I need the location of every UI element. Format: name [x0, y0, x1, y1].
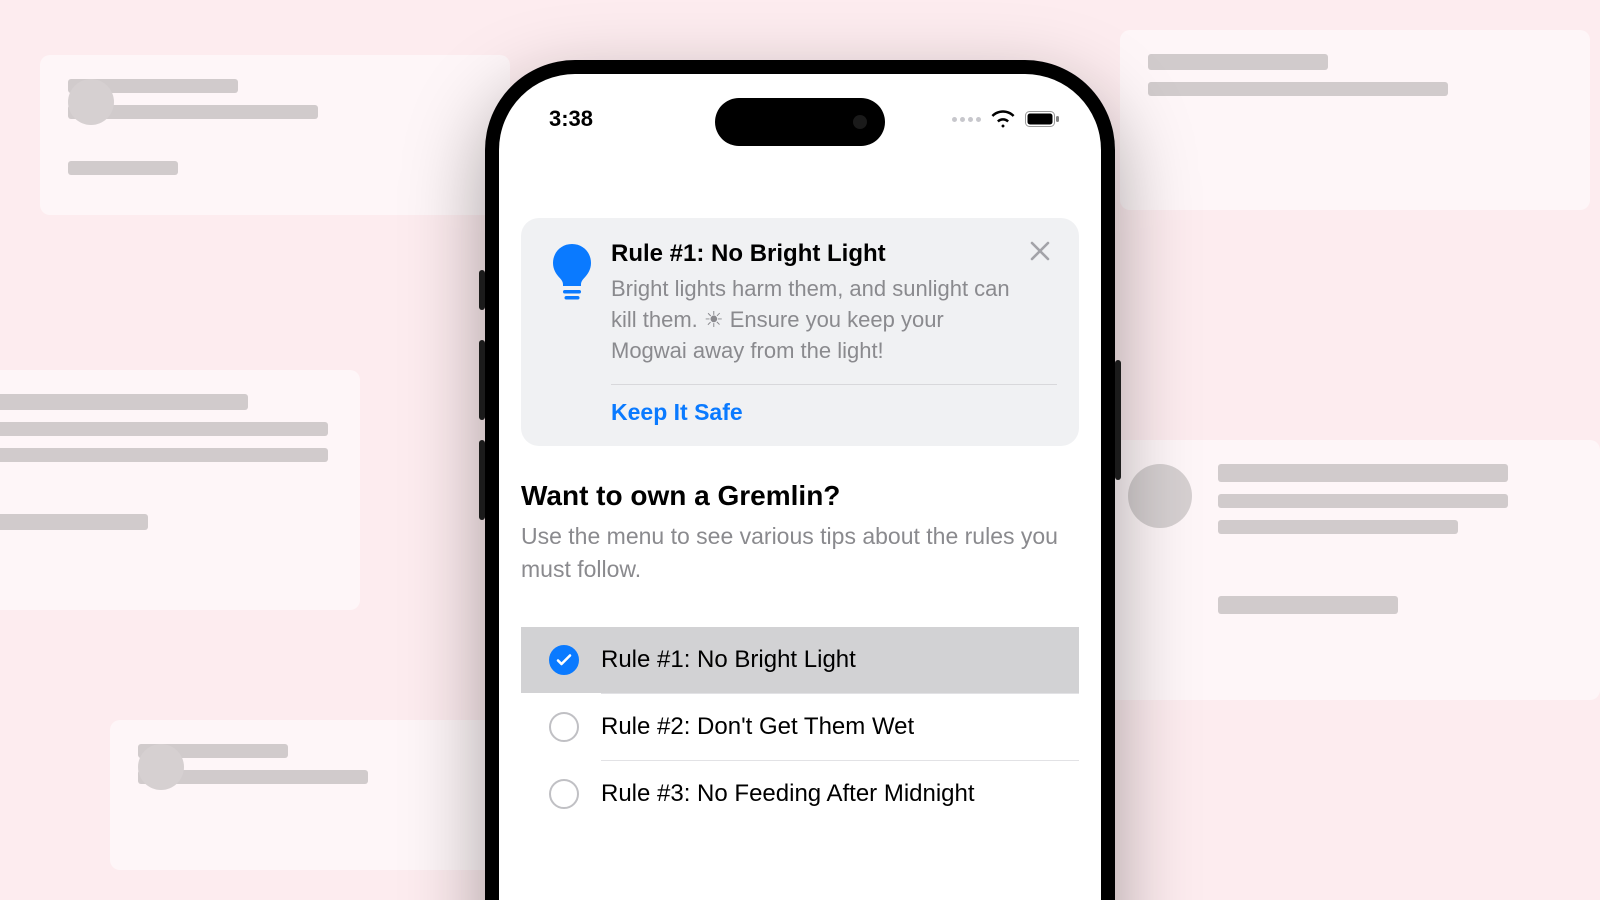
radio-unchecked-icon	[549, 779, 579, 809]
wifi-icon	[991, 110, 1015, 128]
rules-list: Rule #1: No Bright Light Rule #2: Don't …	[521, 627, 1079, 827]
rule-option-3[interactable]: Rule #3: No Feeding After Midnight	[521, 761, 1079, 827]
status-time: 3:38	[549, 106, 593, 132]
close-icon	[1029, 240, 1057, 262]
rule-label: Rule #2: Don't Get Them Wet	[601, 713, 914, 741]
rule-option-1[interactable]: Rule #1: No Bright Light	[521, 627, 1079, 693]
phone-frame: 3:38	[485, 60, 1115, 900]
phone-side-button	[1115, 360, 1121, 480]
phone-screen: 3:38	[499, 74, 1101, 900]
tip-action-button[interactable]: Keep It Safe	[611, 399, 1057, 426]
bg-placeholder-card	[0, 370, 360, 610]
tip-body: Bright lights harm them, and sunlight ca…	[611, 274, 1019, 366]
bg-placeholder-card	[1120, 30, 1590, 210]
phone-side-button	[479, 340, 485, 420]
divider	[611, 384, 1057, 385]
bg-placeholder-card	[1100, 440, 1600, 700]
tip-close-button[interactable]	[1029, 240, 1057, 366]
tip-card: Rule #1: No Bright Light Bright lights h…	[521, 218, 1079, 446]
avatar	[68, 79, 114, 125]
tip-title: Rule #1: No Bright Light	[611, 240, 1019, 268]
battery-icon	[1025, 111, 1059, 127]
phone-side-button	[479, 270, 485, 310]
rule-option-2[interactable]: Rule #2: Don't Get Them Wet	[521, 694, 1079, 760]
rule-label: Rule #3: No Feeding After Midnight	[601, 780, 975, 808]
cellular-icon	[952, 117, 981, 122]
section-title: Want to own a Gremlin?	[521, 480, 1079, 512]
bg-placeholder-card	[40, 55, 510, 215]
radio-checked-icon	[549, 645, 579, 675]
bg-placeholder-card	[110, 720, 550, 870]
avatar	[1128, 464, 1192, 528]
dynamic-island	[715, 98, 885, 146]
lightbulb-icon	[551, 244, 593, 366]
rule-label: Rule #1: No Bright Light	[601, 646, 856, 674]
section-subtitle: Use the menu to see various tips about t…	[521, 520, 1079, 584]
app-content: Rule #1: No Bright Light Bright lights h…	[499, 194, 1101, 900]
avatar	[138, 744, 184, 790]
radio-unchecked-icon	[549, 712, 579, 742]
phone-side-button	[479, 440, 485, 520]
